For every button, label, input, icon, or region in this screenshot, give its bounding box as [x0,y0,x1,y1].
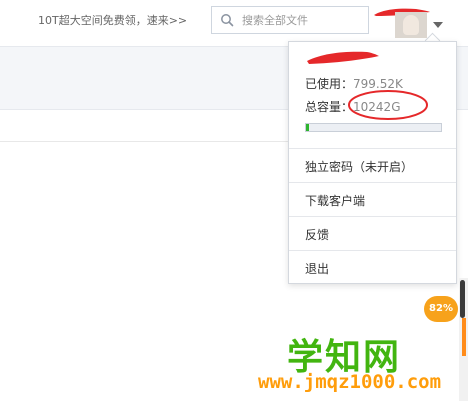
search-box[interactable] [211,6,369,34]
side-indicator [462,318,466,356]
scrollbar-thumb[interactable] [460,280,465,318]
menu-item-label: 反馈 [305,228,330,242]
menu-item-label: 退出 [305,262,330,276]
percent-bubble[interactable]: 82% [424,296,458,322]
promo-link[interactable]: 10T超大空间免费领，速来>> [38,12,187,28]
account-dropdown: 已使用：799.52K 总容量：10242G 独立密码（未开启） 下载客户端 反… [288,41,457,284]
menu-item-feedback[interactable]: 反馈 [289,216,456,249]
avatar-face [403,15,419,35]
storage-progress-fill [306,124,309,131]
search-icon [221,14,234,27]
list-header-divider [0,141,290,142]
menu-item-label: 下载客户端 [305,194,366,208]
username-redaction [307,51,379,64]
annotation-circle [348,90,428,120]
menu-item-download-client[interactable]: 下载客户端 [289,182,456,215]
chevron-down-icon[interactable] [433,22,443,28]
avatar[interactable] [395,12,427,38]
search-input[interactable] [242,11,362,29]
menu-item-label: 独立密码（未开启） [305,160,414,174]
menu-item-logout[interactable]: 退出 [289,250,456,283]
watermark-url: www.jmqz1000.com [258,371,442,393]
storage-progress-bar [305,123,442,132]
menu-item-independent-password[interactable]: 独立密码（未开启） [289,148,456,181]
